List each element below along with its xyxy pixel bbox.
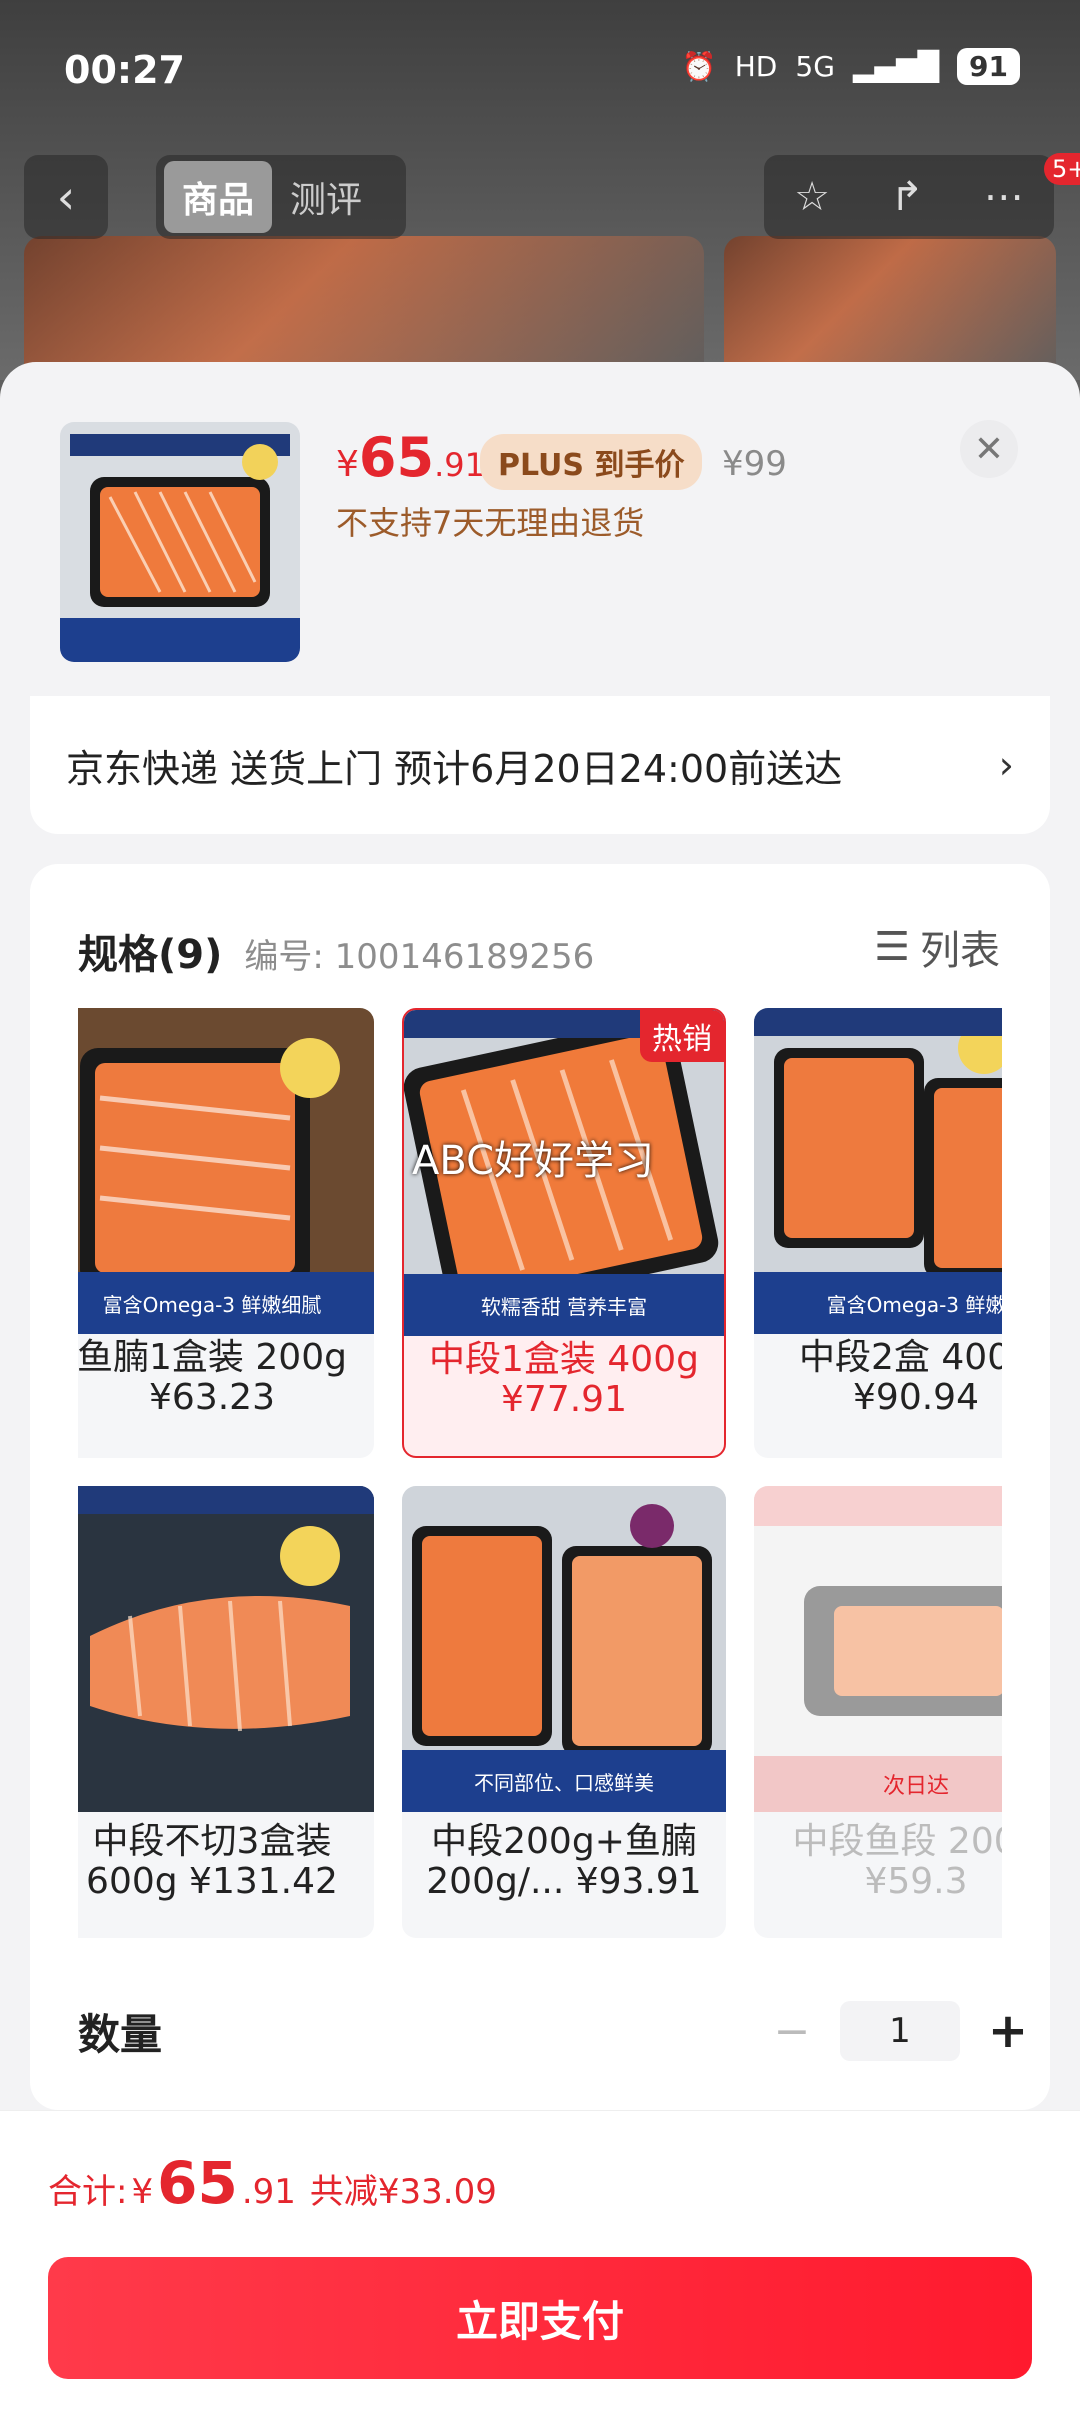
plus-price-tag: PLUS 到手价 [480,434,703,490]
pay-now-button[interactable]: 立即支付 [48,2257,1032,2379]
spec-option[interactable]: 富含Omega-3 鲜嫩 中段2盒 400g¥90.94 [754,1008,1002,1458]
spec-image [78,1486,374,1812]
quantity-label: 数量 [78,2009,163,2059]
topbar-actions: ☆ ↱ ⋯ [764,155,1054,239]
chevron-right-icon: › [998,743,1014,787]
spec-option[interactable]: 中段不切3盒装 600g ¥131.42 [78,1486,374,1938]
next-day-tag: 次日达 [754,1756,1002,1812]
spec-grid: 富含Omega-3 鲜嫩细腻 鱼腩1盒装 200g ¥63.23 ABC好好学习 … [78,1008,1002,1958]
hd-icon: HD [734,50,778,83]
spec-image-caption: 富含Omega-3 鲜嫩细腻 [78,1272,374,1334]
page-tabs: 商品 测评 [156,155,406,239]
total-price: 合计: ¥65.91 共减¥33.09 [48,2149,497,2217]
close-button[interactable]: ✕ [960,420,1018,478]
salmon-tray-image [60,422,300,662]
minus-icon[interactable]: − [762,2006,822,2057]
spec-option-unavailable[interactable]: 次日达 中段鱼段 200g¥59.3 [754,1486,1002,1938]
quantity-stepper: − 1 + [762,2001,1038,2061]
original-price: ¥99 [722,444,787,484]
back-button[interactable]: ‹ [24,155,108,239]
status-time: 00:27 [64,48,185,92]
spec-image-caption: 不同部位、口感鲜美 [402,1750,726,1812]
spec-label: 中段2盒 400g¥90.94 [799,1337,1002,1418]
image-overlay-text: ABC好好学习 [412,1138,655,1184]
total-decimal: .91 [241,2172,296,2212]
message-badge: 5+ [1044,153,1080,185]
plus-icon[interactable]: + [978,2003,1038,2059]
chevron-left-icon: ‹ [56,170,76,224]
close-icon: ✕ [973,428,1005,470]
list-view-toggle[interactable]: ☰ 列表 [874,918,1000,976]
spec-image-caption: 富含Omega-3 鲜嫩 [754,1272,1002,1334]
product-thumbnail[interactable] [60,422,300,662]
current-price: ¥65.91 [336,426,485,489]
status-bar: 00:27 ⏰ HD 5G ▂▄▆█ 91 [0,0,1080,140]
tab-goods[interactable]: 商品 [164,161,273,233]
spec-label: 中段1盒装 400g ¥77.91 [429,1339,699,1420]
hot-sale-badge: 热销 [640,1010,724,1062]
spec-card: 规格(9) 编号: 100146189256 ☰ 列表 富含Omega-3 鲜嫩… [30,864,1050,2110]
price-integer: 65 [358,426,435,489]
spec-option-selected[interactable]: ABC好好学习 热销 软糯香甜 营养丰富 中段1盒装 400g ¥77.91 [402,1008,726,1458]
total-integer: 65 [157,2149,238,2217]
total-saving: 共减¥33.09 [309,2172,497,2212]
tab-reviews[interactable]: 测评 [272,161,380,233]
delivery-row[interactable]: 京东快递 送货上门 预计6月20日24:00前送达 › [30,696,1050,834]
spec-label: 中段鱼段 200g¥59.3 [792,1821,1002,1902]
spec-label: 中段不切3盒装 600g ¥131.42 [86,1821,338,1902]
no-return-notice: 不支持7天无理由退货 [336,504,645,542]
total-symbol: ¥ [131,2172,154,2212]
delivery-text: 京东快递 送货上门 预计6月20日24:00前送达 [66,746,843,791]
checkout-footer: 合计: ¥65.91 共减¥33.09 立即支付 [0,2110,1080,2413]
alarm-icon: ⏰ [681,50,717,83]
status-icons: ⏰ HD 5G ▂▄▆█ 91 [682,48,1020,85]
price-symbol: ¥ [336,444,359,485]
list-icon: ☰ [874,924,910,970]
total-label: 合计: [48,2172,128,2212]
spec-option[interactable]: 不同部位、口感鲜美 中段200g+鱼腩 200g/... ¥93.91 [402,1486,726,1938]
spec-option[interactable]: 富含Omega-3 鲜嫩细腻 鱼腩1盒装 200g ¥63.23 [78,1008,374,1458]
spec-header: 规格(9) 编号: 100146189256 [78,922,594,980]
price-decimal: .91 [434,446,485,484]
list-toggle-label: 列表 [920,928,1000,974]
more-icon[interactable]: ⋯ [984,174,1024,220]
share-icon[interactable]: ↱ [890,174,924,220]
quantity-row: 数量 − 1 + [78,1996,1038,2066]
network-label: 5G [795,50,835,83]
product-code: 编号: 100146189256 [244,937,595,977]
signal-icon: ▂▄▆█ [852,50,940,83]
spec-label: 中段200g+鱼腩 200g/... ¥93.91 [426,1821,702,1902]
battery-level: 91 [957,48,1020,85]
spec-title: 规格(9) [78,932,223,978]
spec-label: 鱼腩1盒装 200g ¥63.23 [78,1337,347,1418]
star-icon[interactable]: ☆ [794,174,830,220]
product-topbar: ‹ 商品 测评 ☆ ↱ ⋯ 5+ [24,153,1080,241]
spec-image-caption: 软糯香甜 营养丰富 [404,1274,724,1336]
quantity-value[interactable]: 1 [840,2001,960,2061]
